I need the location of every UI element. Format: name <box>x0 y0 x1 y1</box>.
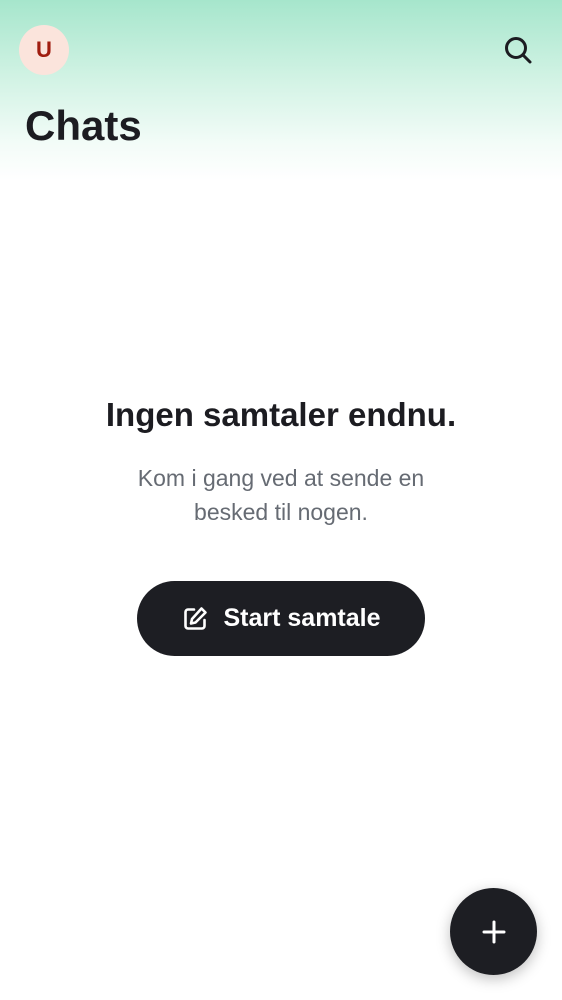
search-icon <box>503 35 533 65</box>
edit-icon <box>181 605 209 633</box>
plus-icon <box>481 919 507 945</box>
new-chat-fab[interactable] <box>450 888 537 975</box>
start-conversation-label: Start samtale <box>223 604 381 632</box>
search-button[interactable] <box>496 28 540 72</box>
empty-state-title: Ingen samtaler endnu. <box>105 396 457 433</box>
avatar[interactable]: U <box>19 25 69 75</box>
empty-state-subtitle: Kom i gang ved at sende en besked til no… <box>137 465 425 525</box>
avatar-initial: U <box>36 37 52 62</box>
page-title: Chats <box>25 102 142 149</box>
start-conversation-button[interactable]: Start samtale <box>137 581 425 656</box>
